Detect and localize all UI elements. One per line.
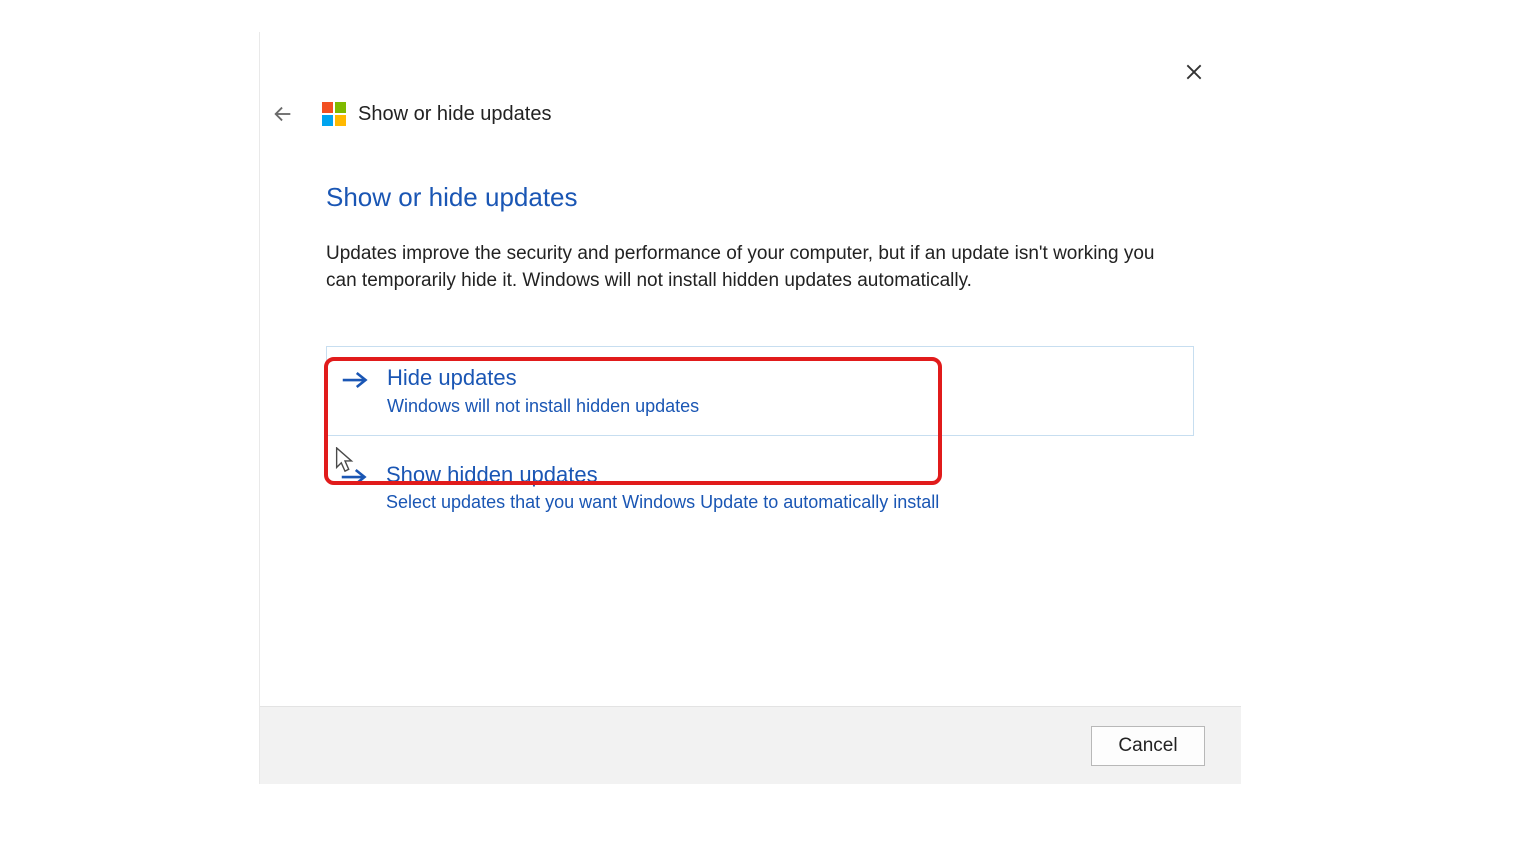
page-heading: Show or hide updates — [326, 182, 1196, 213]
dialog-header: Show or hide updates — [268, 99, 551, 129]
options-panel: Hide updates Windows will not install hi… — [326, 346, 1194, 435]
dialog-footer: Cancel — [260, 706, 1241, 784]
back-arrow-icon — [272, 103, 294, 125]
option-title: Hide updates — [387, 365, 699, 391]
option-title: Show hidden updates — [386, 462, 939, 488]
dialog-title: Show or hide updates — [358, 103, 551, 126]
close-button[interactable] — [1172, 50, 1216, 94]
troubleshooter-dialog: Show or hide updates Show or hide update… — [259, 32, 1241, 784]
close-icon — [1184, 62, 1204, 82]
option-hide-updates[interactable]: Hide updates Windows will not install hi… — [327, 347, 1193, 434]
dialog-content: Show or hide updates Updates improve the… — [326, 182, 1196, 531]
arrow-right-icon — [341, 369, 369, 396]
cancel-button[interactable]: Cancel — [1091, 726, 1205, 766]
page-description: Updates improve the security and perform… — [326, 241, 1186, 294]
option-subtitle: Select updates that you want Windows Upd… — [386, 492, 939, 513]
windows-logo-icon — [322, 102, 346, 126]
option-subtitle: Windows will not install hidden updates — [387, 396, 699, 417]
arrow-right-icon — [340, 466, 368, 493]
option-show-hidden-updates[interactable]: Show hidden updates Select updates that … — [326, 444, 1196, 531]
back-button[interactable] — [268, 99, 298, 129]
